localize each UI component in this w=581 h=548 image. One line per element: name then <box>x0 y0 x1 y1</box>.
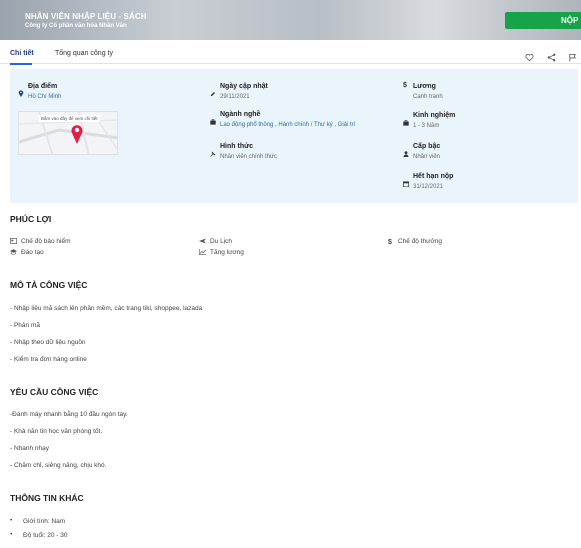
map-hint: Bấm vào đây để xem chi tiết <box>39 115 100 122</box>
info-experience-label: Kinh nghiệm <box>413 112 456 119</box>
dollar-icon: $ <box>388 239 392 246</box>
heart-icon[interactable] <box>525 49 534 62</box>
info-form-value: Nhân viên chính thức <box>220 154 278 160</box>
requirement-line: - Khả năn tin học văn phòng tốt. <box>10 428 103 435</box>
apply-button[interactable]: NỘP <box>505 12 581 29</box>
info-deadline-label: Hết hạn nộp <box>413 173 454 180</box>
calendar-icon <box>403 174 409 188</box>
description-line: - Phân mã <box>10 322 40 329</box>
benefit-label: Đào tạo <box>21 249 44 256</box>
requirement-line: - Chăm chỉ, siêng năng, chịu khó. <box>10 462 107 469</box>
other-info-item: Giới tính: Nam <box>10 517 65 525</box>
other-info-item: Độ tuổi: 20 - 30 <box>10 531 67 539</box>
share-icon[interactable] <box>547 49 556 62</box>
job-title: NHÂN VIÊN NHẬP LIỆU - SÁCH <box>25 12 147 21</box>
graduation-icon <box>10 249 17 255</box>
info-industry-value[interactable]: Lao động phổ thông , Hành chính / Thư ký… <box>220 122 355 128</box>
description-line: - Nhập liệu mã sách lên phần mềm, các tr… <box>10 305 203 312</box>
info-level-label: Cấp bậc <box>413 143 441 150</box>
job-info-panel: Địa điểm Hồ Chí Minh Bấm vào đây để xem … <box>10 69 578 203</box>
other-info-title: THÔNG TIN KHÁC <box>10 493 84 503</box>
benefit-item: Đào tạo <box>10 249 44 256</box>
job-actions <box>517 49 577 67</box>
description-title: MÔ TẢ CÔNG VIỆC <box>10 280 88 290</box>
dollar-icon: $ <box>403 82 407 89</box>
info-location-label: Địa điểm <box>28 83 58 90</box>
benefit-item: Chế độ bảo hiểm <box>9 238 71 245</box>
benefits-title: PHÚC LỢI <box>10 214 52 224</box>
description-line: - Kiểm tra đơn hàng online <box>10 356 87 363</box>
briefcase-icon <box>403 113 409 126</box>
info-experience-value: 1 - 3 Năm <box>413 123 440 129</box>
pushpin-icon <box>210 144 216 157</box>
user-icon <box>403 144 409 157</box>
tab-company-overview[interactable]: Tổng quan công ty <box>55 50 113 57</box>
location-map[interactable]: Bấm vào đây để xem chi tiết <box>18 111 118 155</box>
benefit-item: Du Lịch <box>199 238 232 245</box>
info-updated-label: Ngày cập nhật <box>220 83 268 90</box>
requirement-line: -Đánh máy nhanh bằng 10 đầu ngón tay. <box>10 411 128 418</box>
description-line: - Nhập theo dữ liệu nguồn <box>10 339 86 346</box>
briefcase-icon <box>210 112 216 125</box>
benefit-label: Chế độ thưởng <box>397 238 442 245</box>
insurance-icon <box>9 238 18 244</box>
info-level-value: Nhân viên <box>413 154 441 160</box>
tab-details[interactable]: Chi tiết <box>10 50 34 57</box>
tab-bar: Chi tiết Tổng quan công ty <box>0 44 581 67</box>
chart-icon <box>199 249 207 255</box>
info-salary-value: Cạnh tranh <box>413 94 443 100</box>
active-tab-indicator <box>10 63 32 65</box>
benefit-label: Tăng lương <box>210 249 244 256</box>
benefit-label: Du Lịch <box>210 238 233 245</box>
requirements-title: YÊU CẦU CÔNG VIỆC <box>10 387 99 397</box>
info-form-label: Hình thức <box>220 143 254 150</box>
info-salary-label: Lương <box>413 83 436 90</box>
benefit-item: $ Chế độ thưởng <box>388 238 442 246</box>
benefit-label: Chế độ bảo hiểm <box>21 238 71 245</box>
plane-icon <box>199 238 206 244</box>
info-updated-value: 29/11/2021 <box>220 94 250 100</box>
company-name[interactable]: Công ty Cổ phần văn hóa Nhân Văn <box>25 23 127 29</box>
flag-icon[interactable] <box>568 49 577 62</box>
info-industry-label: Ngành nghề <box>220 111 261 118</box>
benefit-item: Tăng lương <box>199 249 244 256</box>
map-marker-icon <box>71 124 83 149</box>
job-header-banner: NHÂN VIÊN NHẬP LIỆU - SÁCH Công ty Cổ ph… <box>0 0 581 40</box>
info-location-value[interactable]: Hồ Chí Minh <box>28 94 61 100</box>
edit-icon <box>210 84 216 96</box>
pin-icon <box>18 84 24 97</box>
requirement-line: - Nhanh nhạy <box>10 445 50 452</box>
info-deadline-value: 31/12/2021 <box>413 184 444 190</box>
